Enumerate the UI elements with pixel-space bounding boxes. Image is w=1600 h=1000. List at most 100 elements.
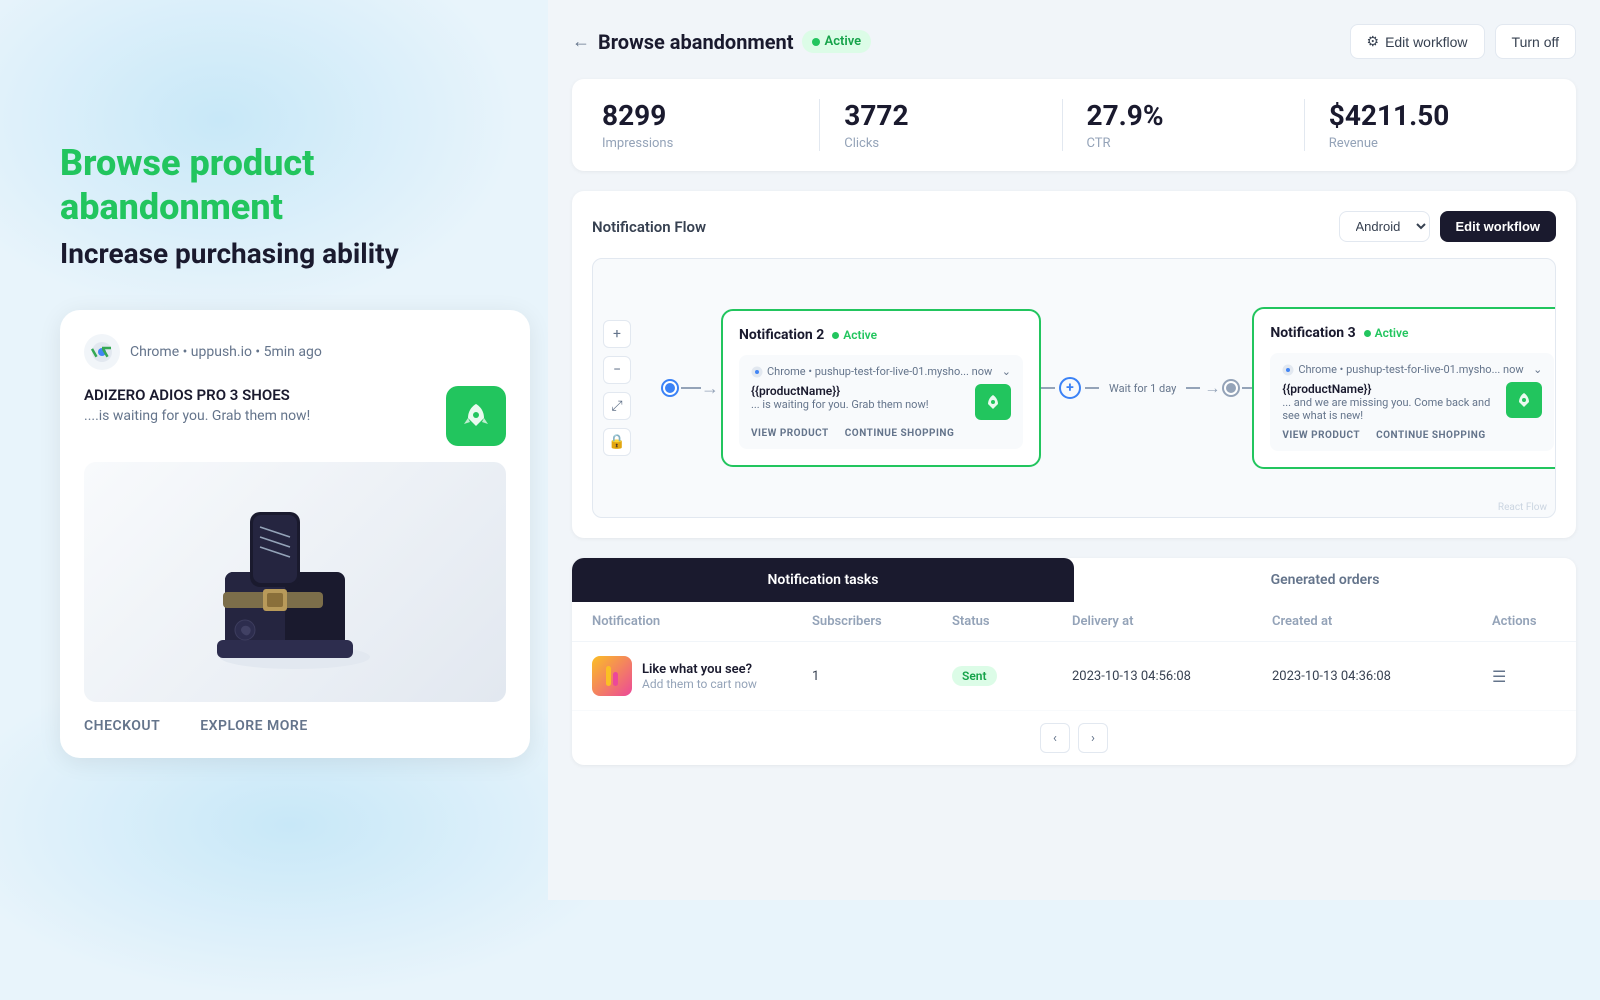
actions-button[interactable]: ☰: [1492, 667, 1506, 686]
col-actions: Actions: [1492, 614, 1576, 629]
header-buttons: ⚙ Edit workflow Turn off: [1350, 24, 1577, 59]
row-status: Sent: [952, 666, 1072, 686]
rocket-icon-green: [446, 386, 506, 446]
notif-2-body: {{productName}} ... is waiting for you. …: [751, 384, 1011, 420]
active-label: Active: [825, 34, 862, 49]
start-connector: [663, 381, 701, 395]
active-badge: Active: [802, 30, 872, 53]
start-dot: [663, 381, 677, 395]
stat-revenue-label: Revenue: [1329, 136, 1522, 151]
col-created-at: Created at: [1272, 614, 1492, 629]
stat-impressions: 8299 Impressions: [602, 99, 820, 151]
preview-subtitle: ....is waiting for you. Grab them now!: [84, 408, 310, 424]
row-actions[interactable]: ☰: [1492, 667, 1576, 686]
notif-3-title: Notification 3: [1270, 325, 1355, 341]
stat-revenue-value: $4211.50: [1329, 99, 1522, 132]
flow-canvas: + − ⤢ 🔒 → Notification 2: [592, 258, 1556, 518]
right-panel: ← Browse abandonment Active ⚙ Edit workf…: [548, 0, 1600, 900]
col-subscribers: Subscribers: [812, 614, 952, 629]
edit-workflow-button[interactable]: ⚙ Edit workflow: [1350, 24, 1485, 59]
wait-label: Wait for 1 day: [1103, 382, 1182, 395]
hero-title-green: Browse product abandonment: [60, 142, 500, 228]
tab-generated-orders[interactable]: Generated orders: [1074, 558, 1576, 602]
notif-2-active-label: Active: [843, 328, 877, 342]
prev-page-button[interactable]: ‹: [1040, 723, 1070, 753]
notif-2-action2: CONTINUE SHOPPING: [845, 428, 955, 439]
add-node-button[interactable]: +: [1059, 377, 1081, 399]
notif-3-header: Notification 3 Active: [1270, 325, 1554, 341]
fit-view-button[interactable]: ⤢: [603, 392, 631, 420]
row-subtitle: Add them to cart now: [642, 677, 757, 691]
notif-3-active-dot: [1364, 330, 1371, 337]
canvas-controls: + − ⤢ 🔒: [603, 320, 631, 456]
page-title: Browse abandonment: [598, 30, 794, 54]
notification-flow-card: Notification Flow Android iOS Edit workf…: [572, 191, 1576, 538]
preview-header: Chrome • uppush.io • 5min ago: [84, 334, 506, 370]
lock-button[interactable]: 🔒: [603, 428, 631, 456]
col-delivery-at: Delivery at: [1072, 614, 1272, 629]
explore-btn[interactable]: EXPLORE MORE: [200, 718, 307, 734]
table-header: Notification Subscribers Status Delivery…: [572, 602, 1576, 642]
notif-2-actions: VIEW PRODUCT CONTINUE SHOPPING: [751, 428, 1011, 439]
edit-workflow-icon: ⚙: [1367, 33, 1380, 50]
pagination: ‹ ›: [572, 711, 1576, 765]
notif-2-product: {{productName}}: [751, 384, 967, 398]
zoom-in-button[interactable]: +: [603, 320, 631, 348]
table-tabs: Notification tasks Generated orders: [572, 558, 1576, 602]
notif-2-preview: Chrome • pushup-test-for-live-01.mysho..…: [739, 355, 1023, 449]
flow-title: Notification Flow: [592, 218, 706, 236]
react-flow-label: React Flow: [1498, 502, 1547, 513]
row-notification-cell: Like what you see? Add them to cart now: [592, 656, 812, 696]
stat-ctr-value: 27.9%: [1087, 99, 1280, 132]
col-notification: Notification: [592, 614, 812, 629]
notif-2-desc: ... is waiting for you. Grab them now!: [751, 398, 967, 411]
row-title: Like what you see?: [642, 662, 757, 677]
notif-2-title: Notification 2: [739, 327, 824, 343]
mid-dot: [1224, 381, 1238, 395]
stat-clicks-value: 3772: [844, 99, 1037, 132]
flow-header: Notification Flow Android iOS Edit workf…: [592, 211, 1556, 242]
notif-2-header: Notification 2 Active: [739, 327, 1023, 343]
preview-meta: Chrome • uppush.io • 5min ago: [130, 344, 322, 360]
row-created-at: 2023-10-13 04:36:08: [1272, 669, 1492, 684]
notif-3-body: {{productName}} ... and we are missing y…: [1282, 382, 1542, 422]
stats-card: 8299 Impressions 3772 Clicks 27.9% CTR $…: [572, 79, 1576, 171]
turn-off-button[interactable]: Turn off: [1495, 24, 1576, 59]
notif-3-action2: CONTINUE SHOPPING: [1376, 430, 1486, 441]
zoom-out-button[interactable]: −: [603, 356, 631, 384]
platform-select[interactable]: Android iOS: [1339, 211, 1430, 242]
notif-2-source: Chrome • pushup-test-for-live-01.mysho..…: [751, 365, 1011, 378]
tab-notification-tasks[interactable]: Notification tasks: [572, 558, 1074, 602]
sent-badge: Sent: [952, 666, 997, 686]
notif-2-chrome: Chrome • pushup-test-for-live-01.mysho..…: [751, 365, 992, 378]
left-panel: Browse product abandonment Increase purc…: [0, 0, 540, 900]
row-notification-icon: [592, 656, 632, 696]
edit-workflow-label: Edit workflow: [1385, 34, 1467, 50]
top-header: ← Browse abandonment Active ⚙ Edit workf…: [572, 24, 1576, 59]
notif-3-active-label: Active: [1375, 326, 1409, 340]
stat-ctr-label: CTR: [1087, 136, 1280, 151]
notif-3-desc: ... and we are missing you. Come back an…: [1282, 396, 1498, 422]
chrome-icon: [84, 334, 120, 370]
back-arrow[interactable]: ←: [572, 31, 590, 52]
preview-content: ADIZERO ADIOS PRO 3 SHOES ....is waiting…: [84, 386, 506, 446]
row-delivery-at: 2023-10-13 04:56:08: [1072, 669, 1272, 684]
breadcrumb-row: ← Browse abandonment Active: [572, 30, 871, 54]
stat-ctr: 27.9% CTR: [1063, 99, 1305, 151]
edit-flow-button[interactable]: Edit workflow: [1440, 211, 1557, 242]
stat-clicks-label: Clicks: [844, 136, 1037, 151]
active-dot: [812, 38, 820, 46]
table-row: Like what you see? Add them to cart now …: [572, 642, 1576, 711]
notif-3-product: {{productName}}: [1282, 382, 1498, 396]
stat-clicks: 3772 Clicks: [820, 99, 1062, 151]
preview-title: ADIZERO ADIOS PRO 3 SHOES: [84, 386, 310, 404]
notif-3-source: Chrome • pushup-test-for-live-01.mysho..…: [1282, 363, 1542, 376]
notification-preview-card: Chrome • uppush.io • 5min ago ADIZERO AD…: [60, 310, 530, 758]
boot-image: [84, 462, 506, 702]
notif-3-active-badge: Active: [1364, 326, 1409, 340]
next-page-button[interactable]: ›: [1078, 723, 1108, 753]
preview-buttons: CHECKOUT EXPLORE MORE: [84, 718, 506, 734]
notif-3-chrome: Chrome • pushup-test-for-live-01.mysho..…: [1282, 363, 1523, 376]
col-status: Status: [952, 614, 1072, 629]
checkout-btn[interactable]: CHECKOUT: [84, 718, 160, 734]
